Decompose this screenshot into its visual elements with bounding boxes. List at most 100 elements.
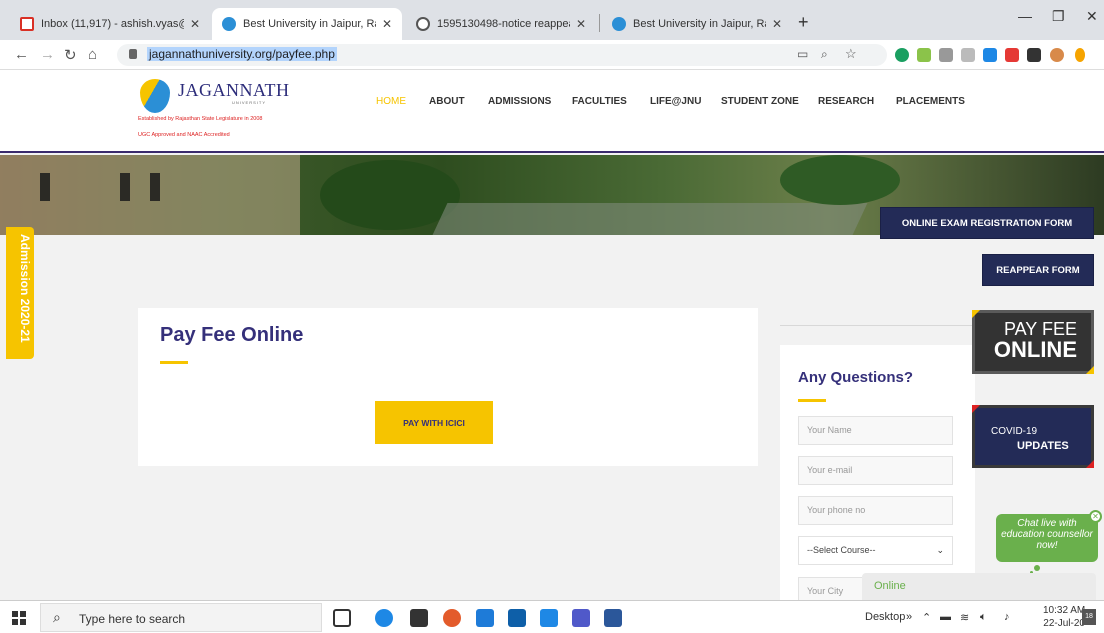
tree-shape [780,155,900,205]
pay-with-icici-button[interactable]: PAY WITH ICICI [375,401,493,444]
logo-name[interactable]: JAGANNATH [178,80,290,101]
live-chat-bubble[interactable]: Chat live with education counsellor now! [996,514,1098,562]
search-icon: ⌕ [53,609,61,625]
store-icon[interactable] [410,609,428,627]
pay-fee-online-banner[interactable]: PAY FEE ONLINE [972,310,1094,374]
nav-life-at-jnu[interactable]: LIFE@JNU [650,96,701,107]
address-bar[interactable]: jagannathuniversity.org/payfee.php ▭ ⌕ ☆ [117,44,887,66]
reload-icon[interactable]: ↻ [64,46,77,64]
page-title: Pay Fee Online [160,324,304,346]
taskbar-clock[interactable]: 10:32 AM 22-Jul-20 [1043,604,1085,630]
address-toolbar: ← → ↻ ⌂ jagannathuniversity.org/payfee.p… [0,40,1104,70]
tab-gmail-inbox[interactable]: Inbox (11,917) - ashish.vyas@jag ✕ [10,8,210,40]
close-icon[interactable]: ✕ [576,17,586,31]
close-icon[interactable]: ✕ [772,17,782,31]
tab-separator [599,14,600,32]
windows-start-icon[interactable] [12,611,26,625]
course-select-value: --Select Course-- [807,545,876,555]
tab-best-university[interactable]: Best University in Jaipur, Rajastha ✕ [602,8,792,40]
forward-icon[interactable]: → [40,46,55,63]
zoom-icon[interactable]: ⌕ [821,47,828,62]
cast-icon[interactable]: ▭ [797,47,808,61]
chat-close-icon[interactable]: ✕ [1089,510,1102,523]
task-view-icon[interactable] [333,609,351,627]
extension-icon[interactable] [917,48,931,62]
update-icon[interactable] [1075,48,1085,62]
admission-side-tab[interactable]: Admission 2020-21 [6,227,34,359]
covid-updates-banner[interactable]: COVID-19 UPDATES [972,405,1094,468]
network-icon[interactable]: ▬ [940,611,951,623]
phone-field[interactable]: Your phone no [798,496,953,525]
extension-icon[interactable] [939,48,953,62]
corner-accent [1086,460,1094,468]
extension-icon[interactable] [1005,48,1019,62]
chat-status-text: Online [874,580,906,592]
extension-icon[interactable] [895,48,909,62]
email-field[interactable]: Your e-mail [798,456,953,485]
home-icon[interactable]: ⌂ [88,46,97,63]
back-icon[interactable]: ← [14,46,29,63]
close-icon[interactable]: ✕ [382,17,392,31]
minimize-icon[interactable]: — [1018,8,1032,24]
taskbar-search-box[interactable]: ⌕ Type here to search [40,603,322,632]
search-placeholder: Type here to search [79,612,186,626]
windows-taskbar: ⌕ Type here to search Desktop » ⌃ ▬ ≋ 🔈︎… [0,600,1104,633]
avatar[interactable] [1050,48,1064,62]
title-underline [160,361,188,364]
globe-icon [612,17,626,31]
tab-notice-pdf[interactable]: 1595130498-notice reappear.pdf ✕ [406,8,596,40]
nav-home[interactable]: HOME [376,96,406,107]
nav-student-zone[interactable]: STUDENT ZONE [721,96,799,107]
teams-icon[interactable] [572,609,590,627]
window-close-icon[interactable]: ✕ [1086,8,1098,25]
covid-line1: COVID-19 [991,426,1038,437]
star-icon[interactable]: ☆ [845,46,857,62]
app-icon[interactable] [476,609,494,627]
course-select[interactable]: --Select Course-- ⌄ [798,536,953,565]
university-logo-icon[interactable] [140,79,170,113]
nav-about[interactable]: ABOUT [429,96,465,107]
new-tab-button[interactable]: + [798,12,809,33]
app-icon[interactable] [540,609,558,627]
chrome-icon[interactable] [443,609,461,627]
mail-icon[interactable] [508,609,526,627]
tab-best-university-active[interactable]: Best University in Jaipur, Rajastha ✕ [212,8,402,40]
extension-icon[interactable] [961,48,975,62]
tray-up-icon[interactable]: ⌃ [922,611,931,624]
puzzle-icon[interactable] [1027,48,1041,62]
window-shape [150,173,160,201]
tab-label: Inbox (11,917) - ashish.vyas@jag [41,18,184,30]
clock-date: 22-Jul-20 [1043,618,1085,629]
extension-icon[interactable] [983,48,997,62]
chevron-down-icon: ⌄ [936,545,944,555]
name-field[interactable]: Your Name [798,416,953,445]
close-icon[interactable]: ✕ [190,17,200,31]
chat-status-bar[interactable]: Online [862,573,1096,600]
desktop-toolbar-label[interactable]: Desktop [865,611,905,623]
title-underline [798,399,826,402]
url-text[interactable]: jagannathuniversity.org/payfee.php [147,47,337,61]
nav-admissions[interactable]: ADMISSIONS [488,96,551,107]
nav-placements[interactable]: PLACEMENTS [896,96,965,107]
nav-faculties[interactable]: FACULTIES [572,96,627,107]
corner-accent [972,405,980,413]
volume-icon[interactable]: 🔈︎ [980,611,987,624]
globe-icon [416,17,430,31]
nav-research[interactable]: RESEARCH [818,96,874,107]
logo-sub: UNIVERSITY [232,100,267,105]
globe-icon [222,17,236,31]
window-shape [40,173,50,201]
edge-icon[interactable] [375,609,393,627]
lock-icon [129,49,137,59]
online-exam-registration-button[interactable]: ONLINE EXAM REGISTRATION FORM [880,207,1094,239]
corner-accent [972,310,980,318]
chat-dot [1034,565,1040,571]
site-header: JAGANNATH UNIVERSITY Established by Raja… [0,70,1104,153]
chevron-icon[interactable]: » [906,611,912,623]
ime-icon[interactable]: ♪ [1004,611,1010,623]
reappear-form-button[interactable]: REAPPEAR FORM [982,254,1094,286]
word-icon[interactable] [604,609,622,627]
restore-icon[interactable]: ❐ [1052,8,1065,25]
wifi-icon[interactable]: ≋ [960,611,969,624]
notification-icon[interactable]: 18 [1082,609,1096,625]
